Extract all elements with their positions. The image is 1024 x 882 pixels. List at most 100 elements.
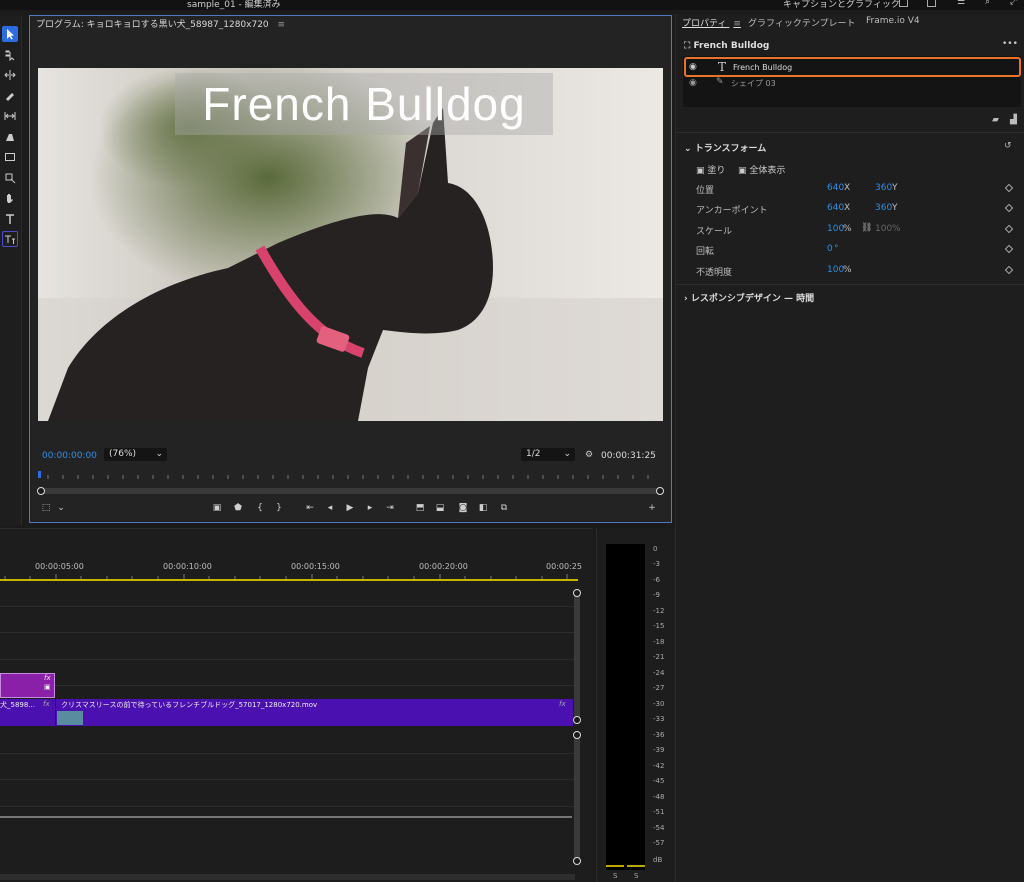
- track-v1[interactable]: [0, 660, 578, 686]
- position-y-value[interactable]: 360: [875, 183, 892, 193]
- keyframe-icon[interactable]: [1004, 183, 1014, 193]
- rectangle-tool-icon[interactable]: [2, 149, 18, 165]
- add-marker-icon[interactable]: ▣: [211, 502, 223, 514]
- solo-button[interactable]: S: [634, 872, 638, 880]
- hand-tool-icon[interactable]: [2, 190, 18, 206]
- tab-properties[interactable]: プロパティ ≡: [682, 16, 741, 29]
- track-a1[interactable]: [0, 727, 578, 754]
- reset-icon[interactable]: ↺: [1004, 141, 1012, 151]
- horizontal-scrollbar[interactable]: [0, 874, 575, 880]
- layer-row-selected[interactable]: ◉ T French Bulldog: [684, 57, 1021, 77]
- comparison-view-icon[interactable]: ◧: [477, 502, 489, 514]
- go-to-in-icon[interactable]: ⇤: [304, 502, 316, 514]
- video-frame[interactable]: French Bulldog: [38, 68, 663, 421]
- camera-icon[interactable]: ◙: [457, 502, 469, 514]
- db-label: -12: [653, 607, 665, 615]
- scroll-handle[interactable]: [573, 731, 581, 739]
- ruler-label: 00:00:25: [546, 562, 582, 571]
- scroll-handle[interactable]: [573, 589, 581, 597]
- transform-tool-icon[interactable]: [2, 170, 18, 186]
- x-unit: X: [844, 183, 851, 193]
- resolution-select[interactable]: 1/2 ⌄: [521, 448, 575, 461]
- vertical-type-tool-icon[interactable]: [2, 231, 18, 247]
- keyframe-icon[interactable]: [1004, 244, 1014, 254]
- graphic-clip[interactable]: fx ▣: [0, 673, 55, 698]
- video-clip-left[interactable]: 犬_5898... fx: [0, 699, 55, 726]
- opacity-value[interactable]: 100: [827, 265, 844, 275]
- track-v3[interactable]: [0, 607, 578, 633]
- step-forward-icon[interactable]: ▸: [364, 502, 376, 514]
- eye-icon[interactable]: ◉: [689, 78, 697, 88]
- add-button-icon[interactable]: +: [646, 502, 658, 514]
- keyframe-icon[interactable]: [1004, 203, 1014, 213]
- slip-tool-icon[interactable]: [2, 108, 18, 124]
- scroll-start-handle[interactable]: [37, 487, 45, 495]
- step-back-icon[interactable]: ◂: [324, 502, 336, 514]
- wrench-icon[interactable]: ⚙: [585, 450, 593, 460]
- more-options-icon[interactable]: •••: [1002, 39, 1018, 49]
- anchor-y-value[interactable]: 360: [875, 203, 892, 213]
- rotation-value[interactable]: 0: [827, 244, 833, 254]
- panel-menu-icon[interactable]: ≡: [733, 19, 741, 29]
- audio-meter-panel: 0 -3 -6 -9 -12 -15 -18 -21 -24 -27 -30 -…: [596, 528, 674, 882]
- chevron-down-icon[interactable]: ⌄: [55, 502, 67, 514]
- marker-icon[interactable]: ⬟: [232, 502, 244, 514]
- db-label: -21: [653, 653, 665, 661]
- selection-tool-icon[interactable]: [2, 26, 18, 42]
- keyframe-icon[interactable]: [1004, 265, 1014, 275]
- video-clip-main[interactable]: クリスマスリースの前で待っているフレンチブルドッグ_57017_1280x720…: [56, 699, 573, 726]
- pen-tool-icon[interactable]: [2, 129, 18, 145]
- scale-value[interactable]: 100: [827, 224, 844, 234]
- responsive-header[interactable]: › レスポンシブデザイン — 時間: [684, 291, 814, 304]
- monitor-scrollbar[interactable]: [38, 488, 662, 494]
- play-icon[interactable]: ▶: [344, 502, 356, 514]
- safe-margins-icon[interactable]: ⬚: [40, 502, 52, 514]
- track-v4[interactable]: [0, 581, 578, 607]
- video-tracks-scrollbar[interactable]: [574, 592, 580, 719]
- fullscreen-icon[interactable]: ⤢: [1010, 0, 1017, 7]
- menu-icon[interactable]: ☰: [957, 0, 965, 7]
- scroll-end-handle[interactable]: [656, 487, 664, 495]
- track-v2[interactable]: [0, 633, 578, 660]
- link-icon[interactable]: ⛓: [861, 223, 872, 233]
- position-x-value[interactable]: 640: [827, 183, 844, 193]
- current-timecode[interactable]: 00:00:00:00: [42, 451, 97, 461]
- search-icon[interactable]: ⌕: [985, 0, 990, 7]
- show-all-checkbox[interactable]: ▣ 全体表示: [738, 163, 785, 176]
- ruler-label: 00:00:20:00: [419, 562, 468, 571]
- monitor-ruler[interactable]: [38, 471, 663, 481]
- fill-checkbox[interactable]: ▣ 塗り: [696, 163, 725, 176]
- panel-menu-icon[interactable]: ≡: [278, 20, 286, 30]
- workspace-label[interactable]: キャプションとグラフィック: [783, 0, 900, 10]
- zoom-select[interactable]: (76%) ⌄: [104, 448, 167, 461]
- razor-tool-icon[interactable]: [2, 88, 18, 104]
- db-label: -48: [653, 793, 665, 801]
- go-to-out-icon[interactable]: ⇥: [384, 502, 396, 514]
- anchor-x-value[interactable]: 640: [827, 203, 844, 213]
- eye-icon[interactable]: ◉: [689, 62, 697, 72]
- scroll-handle[interactable]: [573, 716, 581, 724]
- multicam-icon[interactable]: ⧉: [498, 502, 510, 514]
- keyframe-icon[interactable]: [1004, 224, 1014, 234]
- lift-icon[interactable]: ⬒: [414, 502, 426, 514]
- panel-icon[interactable]: [899, 0, 908, 7]
- db-label: -54: [653, 824, 665, 832]
- folder-icon[interactable]: ▰: [992, 115, 999, 125]
- tab-graphic-templates[interactable]: グラフィックテンプレート: [748, 16, 856, 29]
- audio-tracks-scrollbar[interactable]: [574, 735, 580, 862]
- new-layer-icon[interactable]: ▟: [1010, 115, 1017, 125]
- solo-button[interactable]: S: [613, 872, 617, 880]
- type-tool-icon[interactable]: [2, 211, 18, 227]
- track-a2[interactable]: [0, 754, 578, 780]
- tab-frameio[interactable]: Frame.io V4: [866, 16, 920, 26]
- extract-icon[interactable]: ⬓: [434, 502, 446, 514]
- video-title-text[interactable]: French Bulldog: [175, 73, 553, 135]
- mark-in-icon[interactable]: {: [254, 502, 266, 514]
- track-select-tool-icon[interactable]: [2, 47, 18, 63]
- export-icon[interactable]: [927, 0, 936, 7]
- ripple-edit-tool-icon[interactable]: [2, 67, 18, 83]
- track-a3[interactable]: [0, 780, 578, 807]
- scroll-handle[interactable]: [573, 857, 581, 865]
- mark-out-icon[interactable]: }: [273, 502, 285, 514]
- transform-header[interactable]: ⌄ トランスフォーム: [684, 141, 766, 154]
